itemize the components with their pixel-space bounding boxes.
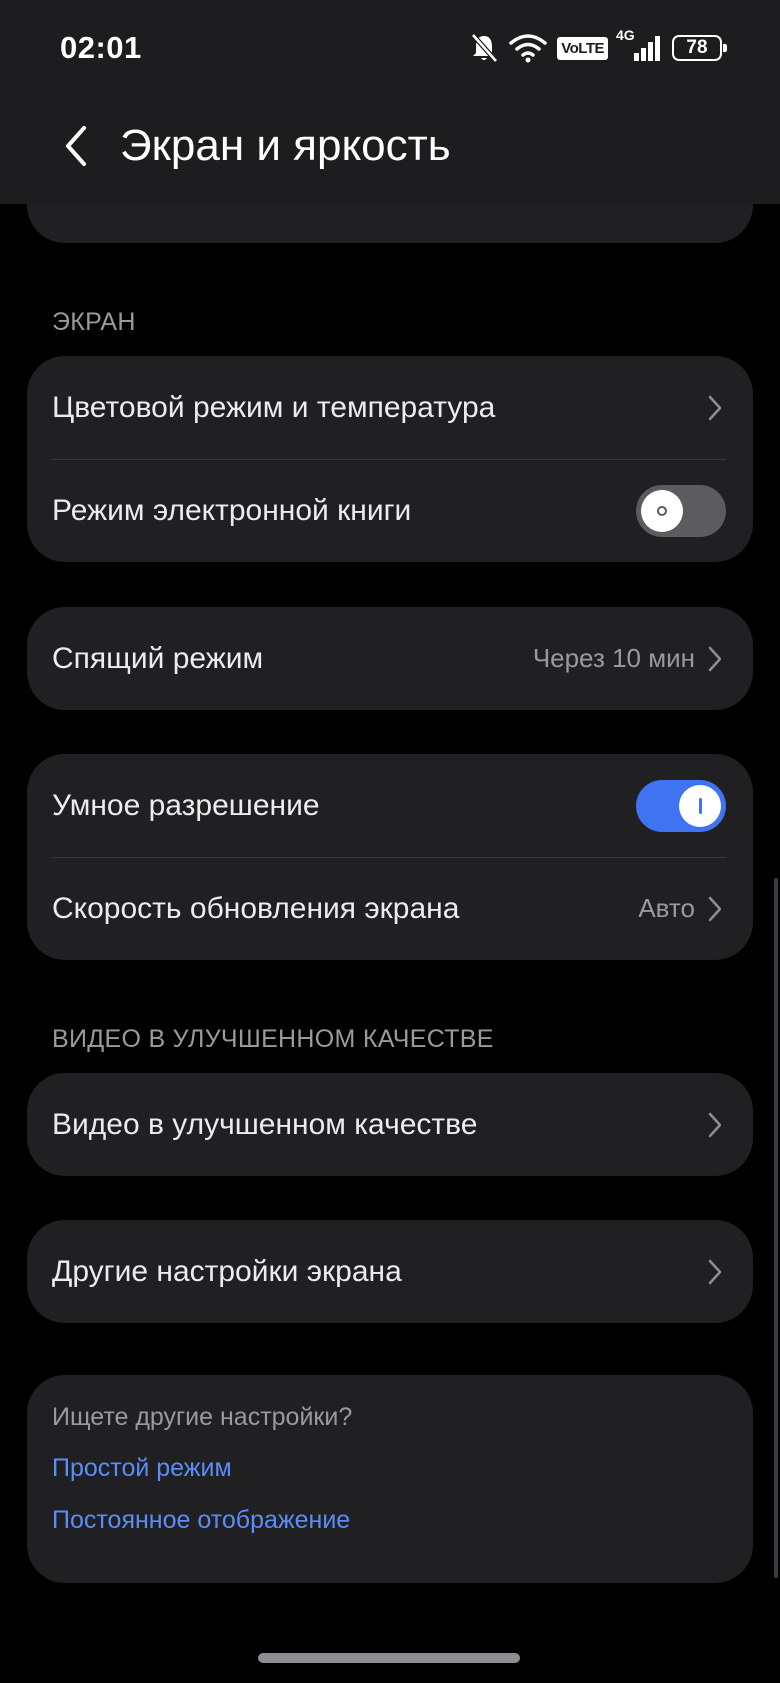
chevron-right-icon (708, 896, 722, 921)
sleep-card: Спящий режим Через 10 мин (27, 607, 753, 710)
video-card: Видео в улучшенном качестве (27, 1073, 753, 1176)
mute-bell-icon (469, 32, 499, 64)
sleep-mode-row[interactable]: Спящий режим Через 10 мин (27, 607, 753, 710)
other-settings-label: Другие настройки экрана (52, 1254, 402, 1288)
toggle-knob (679, 784, 721, 827)
wifi-icon (509, 33, 547, 63)
refresh-rate-label: Скорость обновления экрана (52, 891, 460, 925)
page-title: Экран и яркость (120, 121, 451, 170)
resolution-card: Умное разрешение Скорость обновления экр… (27, 754, 753, 960)
search-suggestions-title: Ищете другие настройки? (52, 1403, 353, 1431)
top-bar: 02:01 VoLTE 4G 78 Экран и яркость (0, 0, 780, 204)
chevron-right-icon (708, 1112, 722, 1137)
ebook-mode-row: Режим электронной книги (27, 459, 753, 562)
cellular-signal-icon: 4G (616, 27, 662, 63)
status-icons: VoLTE 4G 78 (469, 27, 727, 66)
scrollbar[interactable] (774, 878, 778, 1578)
sleep-mode-value: Через 10 мин (532, 643, 695, 673)
color-mode-label: Цветовой режим и температура (52, 390, 496, 424)
refresh-rate-row[interactable]: Скорость обновления экрана Авто (27, 857, 753, 960)
back-button[interactable] (56, 118, 96, 174)
other-settings-row[interactable]: Другие настройки экрана (27, 1220, 753, 1323)
refresh-rate-value: Авто (638, 893, 695, 923)
section-header-screen: ЭКРАН (52, 308, 136, 336)
always-on-display-link[interactable]: Постоянное отображение (52, 1506, 728, 1535)
smart-resolution-label: Умное разрешение (52, 788, 320, 822)
enhanced-video-row[interactable]: Видео в улучшенном качестве (27, 1073, 753, 1176)
other-settings-card: Другие настройки экрана (27, 1220, 753, 1323)
toggle-knob (641, 489, 683, 532)
chevron-right-icon (708, 646, 722, 671)
chevron-right-icon (708, 1259, 722, 1284)
volte-icon: VoLTE (557, 36, 608, 60)
smart-resolution-toggle[interactable] (636, 779, 726, 832)
home-indicator[interactable] (258, 1653, 520, 1663)
enhanced-video-label: Видео в улучшенном качестве (52, 1107, 478, 1141)
status-time: 02:01 (60, 30, 142, 65)
screen-settings-card: Цветовой режим и температура Режим элект… (27, 356, 753, 562)
ebook-mode-label: Режим электронной книги (52, 493, 412, 527)
battery-level: 78 (686, 37, 708, 58)
search-suggestions-card: Ищете другие настройки? Простой режим По… (27, 1375, 753, 1583)
simple-mode-link[interactable]: Простой режим (52, 1454, 728, 1483)
network-type-label: 4G (616, 27, 635, 43)
ebook-mode-toggle[interactable] (636, 484, 726, 537)
chevron-right-icon (708, 395, 722, 420)
sleep-mode-label: Спящий режим (52, 641, 264, 675)
chevron-left-icon (66, 126, 86, 166)
battery-icon: 78 (672, 35, 727, 61)
section-header-video: ВИДЕО В УЛУЧШЕННОМ КАЧЕСТВЕ (52, 1025, 494, 1053)
smart-resolution-row: Умное разрешение (27, 754, 753, 857)
color-mode-row[interactable]: Цветовой режим и температура (27, 356, 753, 459)
